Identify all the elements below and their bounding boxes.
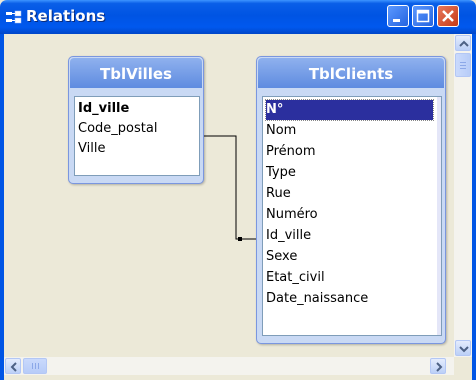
- thumb-grip: [32, 363, 33, 369]
- horizontal-scroll-thumb[interactable]: [23, 358, 47, 374]
- field-item[interactable]: Id_ville: [266, 226, 311, 246]
- scrollbar-corner: [454, 357, 472, 375]
- field-list[interactable]: Id_ville Code_postal Ville: [74, 96, 200, 176]
- table-title: TblClients: [308, 65, 394, 83]
- scroll-down-button[interactable]: [455, 340, 471, 356]
- table-tblclients[interactable]: TblClients N° Nom Prénom Type Rue Numéro…: [256, 56, 446, 344]
- field-item[interactable]: Ville: [78, 139, 105, 159]
- field-item[interactable]: Date_naissance: [266, 289, 368, 309]
- field-item[interactable]: Numéro: [266, 205, 318, 225]
- field-list[interactable]: N° Nom Prénom Type Rue Numéro Id_ville S…: [262, 96, 442, 336]
- horizontal-scrollbar[interactable]: [4, 357, 454, 375]
- minimize-icon: [393, 19, 400, 22]
- thumb-grip: [460, 65, 466, 66]
- scroll-left-button[interactable]: [5, 358, 21, 374]
- table-header[interactable]: TblVilles: [70, 58, 202, 88]
- chevron-left-icon: [10, 362, 17, 372]
- close-icon: [442, 10, 454, 22]
- window-frame-right: [472, 34, 476, 380]
- chevron-up-icon: [459, 40, 469, 47]
- window-title: Relations: [26, 7, 106, 25]
- minimize-button[interactable]: [387, 5, 409, 27]
- vertical-scrollbar[interactable]: [454, 34, 472, 357]
- thumb-grip: [460, 62, 466, 63]
- thumb-grip: [460, 68, 466, 69]
- field-item-selected[interactable]: N°: [265, 99, 434, 121]
- maximize-icon: [416, 9, 430, 23]
- field-item[interactable]: Nom: [266, 121, 296, 141]
- maximize-button[interactable]: [412, 5, 434, 27]
- field-list-scrollbar[interactable]: [437, 97, 441, 335]
- title-bar[interactable]: Relations: [0, 0, 476, 34]
- field-item[interactable]: Rue: [266, 184, 291, 204]
- table-title: TblVilles: [100, 65, 172, 83]
- field-item[interactable]: Etat_civil: [266, 268, 325, 288]
- scroll-up-button[interactable]: [455, 35, 471, 51]
- close-button[interactable]: [437, 5, 459, 27]
- relations-canvas[interactable]: TblVilles Id_ville Code_postal Ville Tbl…: [4, 34, 454, 357]
- field-item[interactable]: Type: [266, 163, 296, 183]
- thumb-grip: [35, 363, 36, 369]
- scroll-right-button[interactable]: [430, 358, 446, 374]
- field-item[interactable]: Sexe: [266, 247, 297, 267]
- table-tblvilles[interactable]: TblVilles Id_ville Code_postal Ville: [68, 56, 204, 184]
- field-item[interactable]: Prénom: [266, 142, 316, 162]
- vertical-scroll-thumb[interactable]: [455, 53, 471, 77]
- relations-icon: [6, 10, 22, 24]
- chevron-right-icon: [436, 362, 443, 372]
- field-item[interactable]: Id_ville: [78, 99, 129, 119]
- table-header[interactable]: TblClients: [258, 58, 444, 88]
- chevron-down-icon: [459, 346, 469, 353]
- thumb-grip: [38, 363, 39, 369]
- field-item[interactable]: Code_postal: [78, 119, 157, 139]
- relations-window: Relations TblVilles Id_ville Code_postal…: [0, 0, 476, 380]
